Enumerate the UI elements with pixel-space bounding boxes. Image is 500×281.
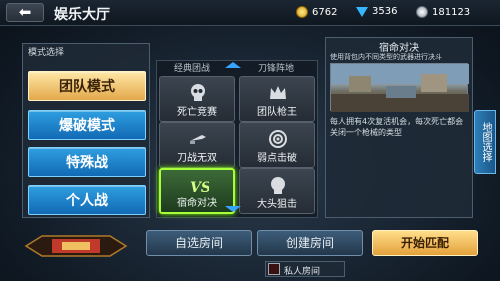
tile-label: 死亡竞赛 [177, 107, 217, 118]
preview-description: 每人拥有4次复活机会，每次死亡都会关闭一个枪械的类型 [330, 117, 464, 137]
back-button[interactable]: ⬅ [6, 3, 44, 22]
tile-knife-battle[interactable]: 刀战无双 [159, 122, 235, 168]
start-match-button[interactable]: 开始匹配 [372, 230, 478, 256]
tile-headshot-sniper[interactable]: 大头狙击 [239, 168, 315, 214]
tile-label: 弱点击破 [257, 153, 297, 164]
game-logo [24, 235, 128, 257]
preview-scene [331, 64, 469, 112]
tile-label: 宿命对决 [177, 198, 217, 209]
gold-value: 6762 [312, 6, 338, 18]
page-title: 娱乐大厅 [54, 7, 110, 23]
head-icon [271, 177, 285, 194]
preview-subtitle: 使用背包内不同类型的武器进行决斗 [330, 53, 442, 61]
skull-icon [191, 84, 205, 101]
diamond-value: 3536 [372, 6, 398, 17]
mode-demolition-button[interactable]: 爆破模式 [28, 110, 146, 140]
create-room-button[interactable]: 创建房间 [257, 230, 363, 256]
coin-icon [296, 6, 308, 18]
mode-team-button[interactable]: 团队模式 [28, 71, 146, 101]
gold-counter: 6762 [296, 6, 337, 18]
silver-value: 181123 [432, 6, 471, 18]
tile-label: 大头狙击 [257, 199, 297, 210]
map-select-tab[interactable]: 地图选择 [474, 110, 496, 174]
diamond-icon [356, 6, 368, 17]
mode-select-label: 模式选择 [28, 48, 65, 58]
tile-label: 刀战无双 [177, 153, 217, 164]
grid-header-blade: 刀锋阵地 [258, 64, 295, 74]
preview-screenshot [330, 63, 469, 112]
mode-special-button[interactable]: 特殊战 [28, 147, 146, 177]
tile-label: 团队枪王 [257, 107, 297, 118]
diamond-counter: 3536 [356, 6, 397, 17]
tile-team-gun-king[interactable]: 团队枪王 [239, 76, 315, 122]
mode-solo-button[interactable]: 个人战 [28, 185, 146, 215]
grid-header-classic: 经典团战 [174, 64, 211, 74]
private-room-label: 私人房间 [284, 267, 321, 277]
tile-deathmatch[interactable]: 死亡竞赛 [159, 76, 235, 122]
scroll-down-icon[interactable] [225, 206, 241, 212]
back-arrow-icon: ⬅ [18, 3, 32, 21]
private-room-checkbox[interactable] [268, 263, 280, 275]
scroll-up-icon[interactable] [225, 62, 241, 68]
custom-room-button[interactable]: 自选房间 [146, 230, 252, 256]
vs-icon: VS [190, 180, 209, 196]
target-icon [269, 130, 287, 148]
silver-counter: 181123 [416, 6, 470, 18]
silver-coin-icon [416, 6, 428, 18]
knife-icon [190, 135, 206, 144]
crown-icon [270, 86, 286, 99]
tile-weak-point[interactable]: 弱点击破 [239, 122, 315, 168]
tile-fate-duel[interactable]: VS 宿命对决 [159, 168, 235, 214]
